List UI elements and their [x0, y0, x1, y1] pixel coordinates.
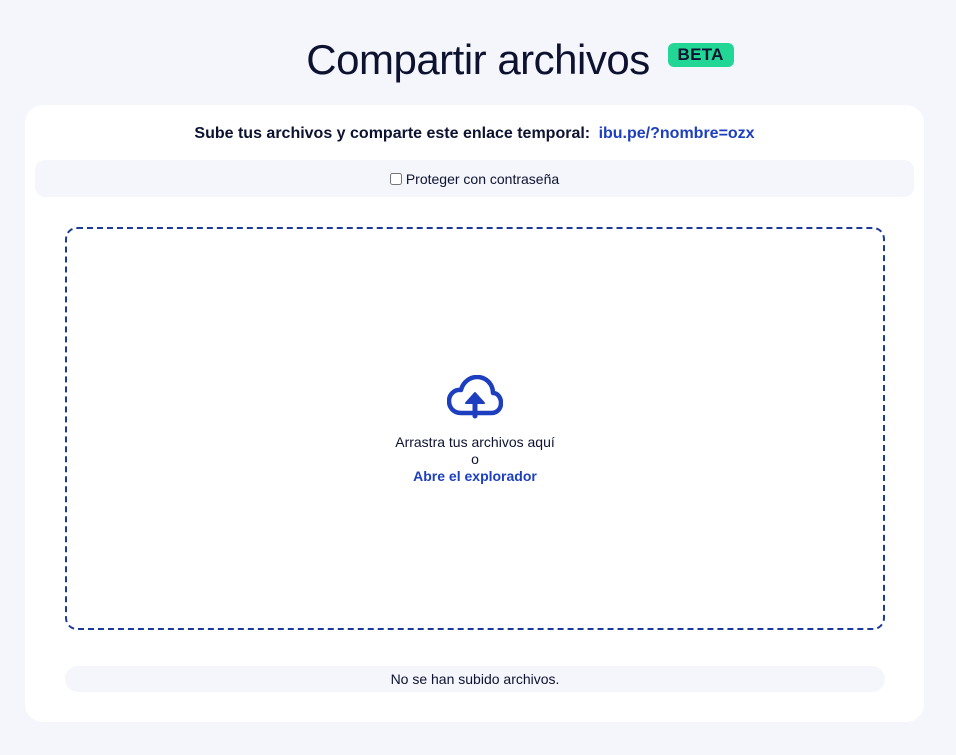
or-separator: o: [471, 451, 479, 467]
drag-instructions: Arrastra tus archivos aquí: [395, 434, 555, 450]
page-title: Compartir archivos: [306, 36, 650, 83]
password-checkbox[interactable]: [389, 172, 402, 185]
share-prompt: Sube tus archivos y comparte este enlace…: [194, 125, 591, 142]
status-message: No se han subido archivos.: [390, 671, 560, 687]
password-option[interactable]: Proteger con contraseña: [35, 160, 914, 197]
share-link[interactable]: ibu.pe/?nombre=ozx: [599, 125, 755, 142]
open-explorer-link[interactable]: Abre el explorador: [413, 468, 537, 485]
upload-card: Sube tus archivos y comparte este enlace…: [25, 105, 924, 722]
upload-status: No se han subido archivos.: [65, 666, 885, 692]
password-label: Proteger con contraseña: [405, 170, 560, 187]
share-line: Sube tus archivos y comparte este enlace…: [25, 125, 924, 143]
cloud-upload-icon: [446, 374, 504, 419]
header: Compartir archivos BETA: [0, 30, 956, 90]
file-dropzone[interactable]: Arrastra tus archivos aquí o Abre el exp…: [65, 227, 885, 630]
page: Compartir archivos BETA Sube tus archivo…: [0, 0, 956, 755]
dropzone-content: Arrastra tus archivos aquí o Abre el exp…: [67, 374, 883, 486]
beta-badge: BETA: [667, 43, 734, 67]
title-wrap: Compartir archivos BETA: [306, 30, 734, 90]
